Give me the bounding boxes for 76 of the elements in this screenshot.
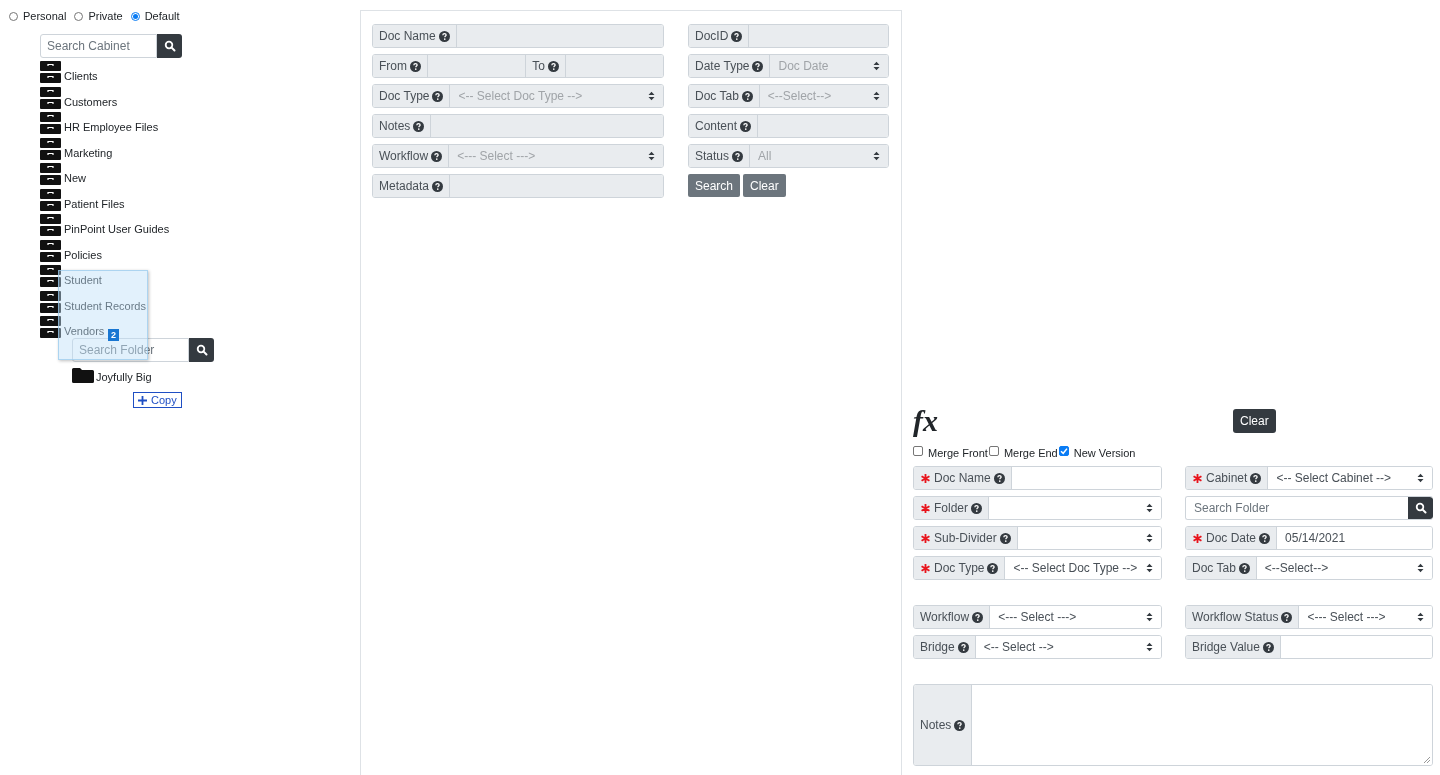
search-field[interactable]: Search Folder <box>1185 496 1433 520</box>
cabinet-name[interactable]: Student <box>64 274 102 287</box>
field-label: Metadata <box>379 179 430 193</box>
cabinet-name[interactable]: New <box>64 172 86 185</box>
count-badge: 2 <box>108 329 119 341</box>
plus-icon <box>138 395 147 405</box>
cabinet-icon <box>40 112 61 134</box>
field-label: Doc Date <box>1206 531 1257 545</box>
copy-button[interactable]: Copy <box>133 392 182 408</box>
checkbox-label: Merge End <box>1003 447 1058 459</box>
search-button[interactable]: Search <box>688 174 741 197</box>
search-button[interactable] <box>1408 497 1433 519</box>
field-label: DocID <box>695 29 729 43</box>
cabinet-icon <box>40 137 61 160</box>
field-label: Notes <box>920 718 952 732</box>
cabinet-icon <box>40 61 61 83</box>
help-icon <box>547 60 559 72</box>
cabinet-icon <box>40 214 61 236</box>
cabinet-name[interactable]: Clients <box>64 70 98 83</box>
checkbox[interactable] <box>988 446 999 456</box>
checkbox-label: New Version <box>1073 447 1136 459</box>
help-icon <box>413 120 425 132</box>
search-icon <box>1414 502 1427 514</box>
cabinet-icon <box>40 239 61 262</box>
text-field[interactable]: Doc Date 05/14/2021 <box>1185 526 1433 550</box>
search-icon <box>163 40 176 52</box>
checkbox[interactable] <box>1058 446 1069 456</box>
field-label: Notes <box>379 119 411 133</box>
field-label: Doc Name <box>379 29 436 43</box>
resize-handle-icon[interactable] <box>1423 756 1430 763</box>
field-label: Doc Name <box>934 471 991 485</box>
search-field[interactable]: Search Cabinet <box>40 34 157 58</box>
help-icon <box>954 719 966 731</box>
search-button[interactable] <box>157 34 182 58</box>
cabinet-icon <box>40 316 61 338</box>
search-button[interactable] <box>189 338 214 362</box>
cabinet-icon <box>40 86 61 109</box>
search-icon <box>195 344 208 356</box>
text-field[interactable]: Doc Name <box>913 466 1162 490</box>
help-icon <box>1262 641 1274 653</box>
cabinet-icon <box>40 265 61 287</box>
radio-label: Personal <box>23 10 67 22</box>
cabinet-name[interactable]: Student Records <box>64 299 146 313</box>
cabinet-icon <box>40 290 61 313</box>
field-label: Bridge Value <box>1192 640 1260 654</box>
help-icon <box>731 30 743 42</box>
cabinet-icon <box>40 188 61 211</box>
folder-name[interactable]: Joyfully Big <box>96 371 152 383</box>
formula-logo: fx <box>913 406 939 436</box>
cabinet-name[interactable]: Marketing <box>64 146 113 160</box>
field-label: Content <box>695 119 738 133</box>
radio-label: Private <box>88 10 123 22</box>
cabinet-icon <box>40 163 61 185</box>
clear-button[interactable]: Clear <box>743 174 786 197</box>
field-label: To <box>532 59 545 73</box>
help-icon <box>410 60 421 72</box>
help-icon <box>432 180 444 192</box>
notes-field[interactable]: Notes <box>913 684 1433 766</box>
help-icon <box>1259 532 1271 544</box>
cabinet-name[interactable]: Patient Files <box>64 197 125 211</box>
cabinet-name[interactable]: Policies <box>64 248 102 262</box>
text-field[interactable]: Bridge Value <box>1185 635 1433 659</box>
cabinet-name[interactable]: PinPoint User Guides <box>64 223 170 236</box>
folder-icon <box>72 368 94 383</box>
cabinet-name[interactable]: Vendors <box>64 325 105 338</box>
cabinet-name[interactable]: HR Employee Files <box>64 121 159 134</box>
radio-label: Default <box>144 10 180 22</box>
checkbox-label: Merge Front <box>928 447 988 459</box>
search-field[interactable]: Search Folder <box>72 338 189 362</box>
help-icon <box>740 120 752 132</box>
clear-button[interactable]: Clear <box>1233 409 1276 433</box>
help-icon <box>438 30 450 42</box>
field-label: From <box>379 59 407 73</box>
help-icon <box>993 472 1005 484</box>
cabinet-name[interactable]: Customers <box>64 95 118 109</box>
checkbox[interactable] <box>913 446 923 456</box>
